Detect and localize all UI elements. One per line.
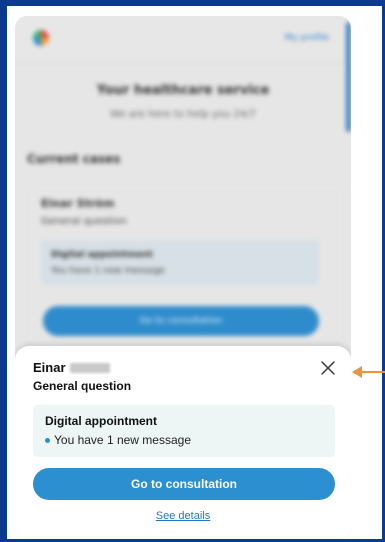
appointment-box: Digital appointment You have 1 new messa…	[33, 405, 335, 457]
case-question: General question	[41, 216, 127, 227]
app-header: My profile	[15, 16, 351, 63]
close-icon[interactable]	[319, 359, 337, 377]
bottom-sheet: Einar General question Digital appointme…	[15, 346, 351, 539]
window-border-top	[0, 0, 385, 6]
page-subtitle: We are here to help you 24/7	[110, 109, 256, 120]
annotation-arrow-icon	[352, 366, 385, 378]
case-appointment-title: Digital appointment	[51, 250, 153, 260]
page-title: Your healthcare service	[96, 83, 270, 98]
mobile-screen: My profile Your healthcare service We ar…	[15, 16, 351, 539]
window-border-left	[0, 0, 7, 542]
case-appointment-message: You have 1 new message	[51, 266, 165, 276]
redacted-surname	[69, 362, 110, 373]
sheet-name-row: Einar	[33, 360, 110, 375]
appointment-message: You have 1 new message	[54, 433, 191, 447]
go-to-consultation-button[interactable]: Go to consultation	[33, 468, 335, 500]
profile-link[interactable]: My profile	[285, 33, 329, 43]
case-type: General question	[33, 379, 132, 393]
see-details-link[interactable]: See details	[15, 510, 351, 522]
case-appointment-box	[41, 240, 319, 285]
unread-dot-icon	[45, 437, 50, 443]
section-title: Current cases	[27, 152, 121, 166]
case-consultation-button[interactable]: Go to consultation	[43, 306, 319, 336]
case-name: Einar Ström	[41, 197, 115, 210]
appointment-title: Digital appointment	[45, 414, 157, 428]
multicolor-logo-icon	[33, 30, 49, 46]
appointment-message-row: You have 1 new message	[45, 433, 191, 447]
patient-name: Einar	[33, 360, 66, 375]
